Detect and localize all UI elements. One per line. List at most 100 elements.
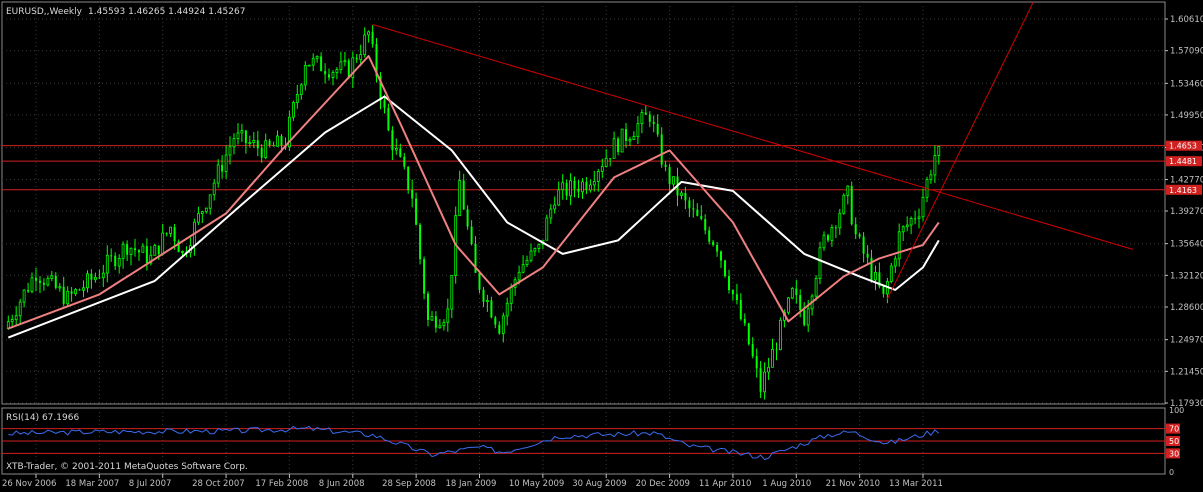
candle-body-bear [39, 280, 41, 283]
candle-body-bull [549, 208, 553, 219]
candle-body-bear [320, 56, 323, 72]
rsi-tick-label: 30 [1169, 449, 1179, 458]
candle-body-bull [14, 315, 18, 320]
time-tick-label: 8 Jun 2008 [319, 479, 365, 489]
candle-body-bull [264, 140, 268, 158]
time-tick-label: 18 Jan 2009 [446, 479, 497, 489]
candle-body-bear [42, 282, 45, 285]
candle-body-bull [442, 321, 446, 327]
candle-body-bull [94, 276, 97, 281]
candle-body-bear [138, 250, 140, 253]
candle-body-bull [628, 139, 632, 142]
price-tick-label: 1.21450 [1170, 367, 1203, 377]
candle-body-bear [866, 253, 869, 258]
candle-body-bear [134, 248, 136, 251]
candle-body-bear [739, 300, 742, 320]
time-tick-label: 1 Aug 2010 [762, 479, 811, 489]
rsi-label: RSI(14) 67.1966 [6, 413, 79, 423]
candle-body-bull [10, 319, 14, 323]
time-tick-label: 30 Aug 2009 [572, 479, 626, 489]
candle-body-bull [937, 145, 941, 156]
candle-body-bear [272, 145, 275, 147]
candle-body-bull [846, 185, 850, 196]
candle-body-bull [117, 257, 121, 267]
time-tick-label: 8 Jul 2007 [129, 479, 172, 489]
candle-body-bear [577, 188, 580, 192]
candle-body-bear [858, 234, 861, 237]
time-tick-label: 11 Apr 2010 [699, 479, 752, 489]
candle-body-bear [648, 114, 651, 122]
candle-body-bull [200, 211, 204, 214]
time-tick-label: 28 Oct 2007 [192, 479, 245, 489]
candle-body-bull [232, 138, 236, 148]
candle-body-bear [498, 324, 501, 334]
candle-body-bear [862, 236, 865, 254]
candle-body-bull [161, 232, 165, 255]
candle-body-bull [105, 254, 109, 274]
candle-body-bear [157, 245, 160, 255]
candle-body-bull [22, 289, 26, 303]
candle-body-bear [415, 198, 418, 225]
candle-body-bear [355, 57, 358, 60]
candle-body-bear [419, 224, 422, 260]
candle-body-bear [585, 181, 588, 190]
candle-body-bear [795, 288, 798, 296]
candle-body-bear [755, 356, 758, 369]
candle-body-bull [228, 146, 232, 156]
candle-body-bull [874, 271, 877, 281]
candle-body-bull [787, 297, 790, 313]
candle-body-bear [383, 100, 386, 108]
candle-body-bear [70, 291, 73, 294]
candle-body-bear [743, 319, 746, 324]
candle-body-bull [394, 147, 398, 151]
candle-body-bear [324, 71, 327, 75]
candle-body-bull [814, 278, 818, 297]
candle-body-bear [565, 182, 568, 196]
chart-canvas[interactable]: 1.606101.570901.534601.499501.463301.427… [0, 0, 1203, 492]
candle-body-bear [411, 190, 414, 199]
candle-body-bull [917, 216, 921, 219]
candle-body-bull [620, 128, 624, 153]
candle-body-bear [700, 215, 703, 219]
time-tick-label: 20 Dec 2009 [636, 479, 690, 489]
candle-body-bull [501, 315, 505, 334]
candle-body-bear [221, 164, 224, 172]
chart-background [0, 0, 1203, 492]
candle-body-bear [668, 167, 671, 185]
price-tick-label: 1.24970 [1170, 336, 1203, 346]
candle-body-bull [153, 245, 157, 256]
candle-body-bear [482, 289, 485, 302]
candle-body-bear [470, 226, 473, 244]
candle-body-bull [893, 258, 897, 267]
candle-body-bull [58, 286, 62, 289]
candle-body-bear [403, 156, 406, 167]
candle-body-bull [311, 57, 315, 66]
candle-body-bull [509, 286, 513, 304]
candle-body-bull [537, 243, 541, 249]
candle-body-bear [882, 286, 885, 294]
candle-body-bear [775, 349, 778, 351]
candle-body-bull [592, 181, 596, 186]
candle-body-bull [86, 273, 89, 289]
copyright-label: XTB-Trader, © 2001-2011 MetaQuotes Softw… [6, 462, 248, 472]
candle-body-bull [224, 154, 228, 172]
candle-body-bull [458, 180, 462, 217]
candle-body-bear [268, 140, 271, 146]
price-tick-label: 1.35640 [1170, 240, 1203, 250]
candle-body-bull [640, 112, 644, 125]
level-price-label: 1.4163 [1169, 186, 1197, 195]
candle-body-bear [244, 130, 247, 144]
candle-body-bull [767, 366, 770, 373]
candle-body-bull [561, 182, 565, 191]
time-tick-label: 21 Nov 2010 [826, 479, 880, 489]
candle-body-bull [517, 271, 521, 281]
rsi-tick-label: 0 [1169, 468, 1174, 477]
candle-body-bull [430, 315, 434, 321]
candle-body-bear [716, 245, 719, 252]
time-tick-label: 28 Sep 2008 [382, 479, 436, 489]
candle-body-bull [121, 243, 125, 259]
candle-body-bear [731, 290, 734, 295]
candle-body-bear [644, 112, 647, 115]
candle-body-bull [897, 231, 901, 260]
candle-body-bear [656, 124, 659, 135]
